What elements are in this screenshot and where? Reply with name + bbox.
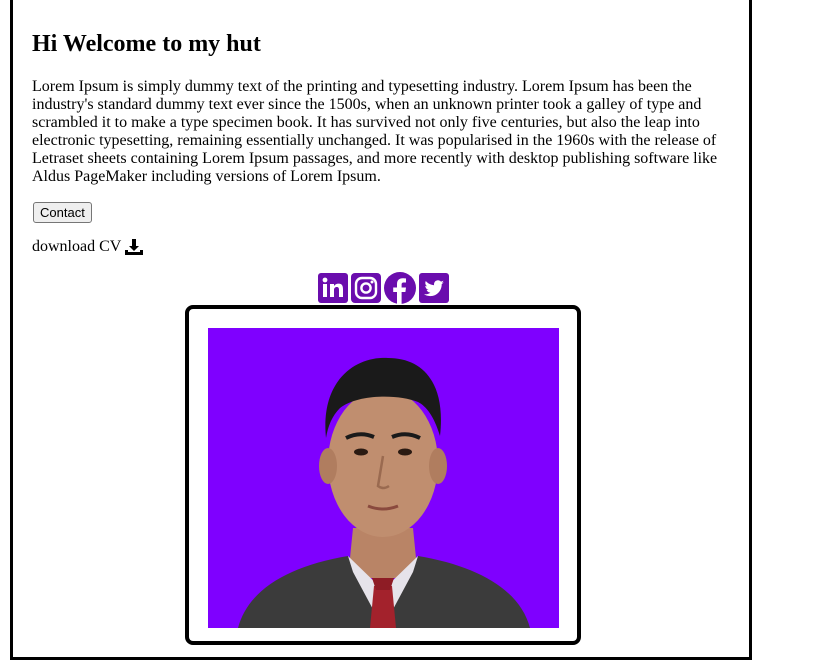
instagram-link[interactable] (351, 273, 381, 303)
download-icon (125, 239, 144, 255)
linkedin-icon (318, 273, 348, 303)
download-cv-label: download CV (32, 238, 122, 255)
twitter-link[interactable] (419, 273, 449, 303)
intro-paragraph: Lorem Ipsum is simply dummy text of the … (32, 78, 718, 185)
facebook-link[interactable] (384, 272, 416, 304)
download-cv-link[interactable]: download CV (32, 238, 144, 256)
social-links (318, 272, 449, 304)
page-title: Hi Welcome to my hut (32, 31, 261, 57)
contact-button[interactable]: Contact (33, 202, 92, 223)
facebook-icon (384, 272, 416, 304)
linkedin-link[interactable] (318, 273, 348, 303)
twitter-icon (419, 273, 449, 303)
instagram-icon (351, 273, 381, 303)
profile-photo (208, 328, 559, 628)
